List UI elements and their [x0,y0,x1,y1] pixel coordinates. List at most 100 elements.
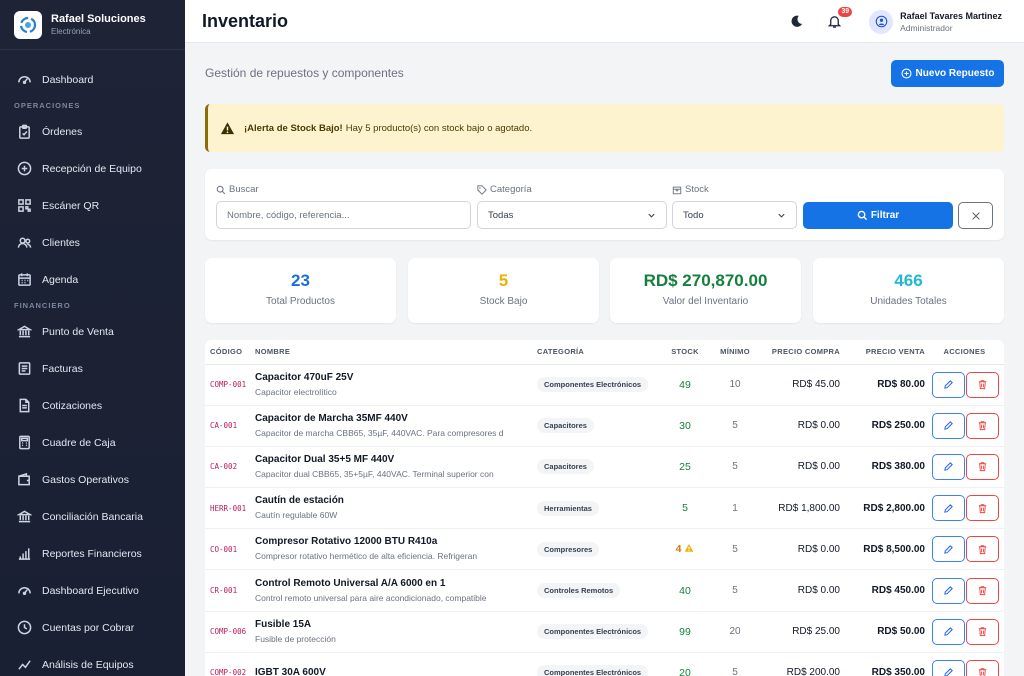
theme-toggle-button[interactable] [785,11,807,33]
col-header[interactable]: CÓDIGO [205,340,255,365]
stock-value: 4 [661,528,709,571]
category-select[interactable]: Todas [477,201,667,229]
sidebar-item-label: Agenda [42,273,79,286]
sidebar-item-agenda[interactable]: Agenda [0,261,185,298]
col-header[interactable]: NOMBRE [255,340,533,365]
clear-filters-button[interactable] [958,202,993,229]
sidebar-item-label: Punto de Venta [42,325,114,338]
sidebar-item-facturas[interactable]: Facturas [0,350,185,387]
edit-button[interactable] [932,371,965,398]
pencil-icon [944,586,953,595]
col-header[interactable]: STOCK [661,340,709,365]
sidebar-item-label: Escáner QR [42,199,100,212]
product-code: CR-001 [205,569,255,612]
sidebar-item-dashboard-ejecutivo[interactable]: Dashboard Ejecutivo [0,572,185,609]
sidebar-item-ordenes[interactable]: Órdenes [0,113,185,150]
delete-button[interactable] [966,371,999,398]
clock-icon [17,620,32,635]
stat-label: Unidades Totales [870,296,947,307]
table-row[interactable]: CR-001 Control Remoto Universal A/A 6000 … [205,569,1004,612]
pencil-icon [944,503,953,513]
filter-button[interactable]: Filtrar [803,202,953,229]
calendar-icon [18,273,31,286]
notifications-button[interactable]: 39 [823,6,853,33]
product-name: IGBT 30A 600V [255,666,326,676]
top-bar: Inventario 39 Rafael Tavares Martinez Ad… [185,0,1024,43]
edit-button[interactable] [932,412,965,439]
sidebar-item-punto-de-venta[interactable]: Punto de Venta [0,313,185,350]
table-row[interactable]: CO-001 Compresor Rotativo 12000 BTU R410a… [205,528,1004,571]
col-header[interactable]: CATEGORÍA [533,340,661,365]
stat-unidades-totales: 466 Unidades Totales [813,258,1004,323]
user-circle-icon [875,15,887,28]
plus-circle-icon [17,161,32,176]
delete-button[interactable] [966,577,999,604]
chevron-down-icon [648,213,655,218]
sidebar-item-label: Análisis de Equipos [42,658,134,671]
edit-button[interactable] [932,536,965,563]
edit-button[interactable] [932,495,965,522]
sidebar-item-dashboard[interactable]: Dashboard [0,61,185,98]
table-row[interactable]: COMP-001 Capacitor 470uF 25V Capacitor ele… [205,364,1004,406]
sale-price: RD$ 380.00 [840,446,925,489]
edit-button[interactable] [932,577,965,604]
avatar[interactable] [869,9,894,34]
product-name: Capacitor Dual 35+5 MF 440V [255,453,395,465]
pencil-icon [944,627,953,637]
sale-price: RD$ 8,500.00 [840,528,925,571]
sidebar-item-recepcion[interactable]: Recepción de Equipo [0,150,185,187]
col-header[interactable]: MÍNIMO [709,340,761,365]
col-header[interactable]: PRECIO VENTA [840,340,925,365]
sidebar-item-label: Cuadre de Caja [42,436,116,449]
stock-select[interactable]: Todo [672,201,797,229]
product-description: Compresor rotativo hermético de alta efi… [255,551,478,562]
brand[interactable]: Rafael Soluciones Electrónica [0,0,185,50]
sidebar-item-label: Órdenes [42,125,83,138]
sidebar-item-escaner-qr[interactable]: Escáner QR [0,187,185,224]
edit-button[interactable] [932,453,965,480]
new-part-button[interactable]: Nuevo Repuesto [891,60,1004,87]
sidebar-item-conciliacion-bancaria[interactable]: Conciliación Bancaria [0,498,185,535]
sidebar-item-analisis-de-equipos[interactable]: Análisis de Equipos [0,646,185,676]
purchase-price: RD$ 200.00 [761,652,840,676]
search-input[interactable]: Nombre, código, referencia... [216,201,471,229]
delete-button[interactable] [966,659,999,676]
sidebar-item-cuadre-de-caja[interactable]: Cuadre de Caja [0,424,185,461]
edit-button[interactable] [932,659,965,676]
delete-button[interactable] [966,453,999,480]
product-code: HERR-001 [205,487,255,530]
table-row[interactable]: CA-002 Capacitor Dual 35+5 MF 440V Capacit… [205,446,1004,489]
sidebar-item-reportes-financieros[interactable]: Reportes Financieros [0,535,185,572]
product-code: COMP-006 [205,611,255,653]
table-row[interactable]: HERR-001 Cautín de estación Cautín regulab… [205,487,1004,530]
stat-valor-inventario: RD$ 270,870.00 Valor del Inventario [610,258,801,323]
search-label: Buscar [216,184,259,195]
dashboard-icon [18,76,31,84]
trash-icon [978,503,987,513]
sidebar-item-cotizaciones[interactable]: Cotizaciones [0,387,185,424]
edit-button[interactable] [932,618,965,645]
col-header[interactable]: PRECIO COMPRA [761,340,840,365]
search-icon [857,210,867,221]
delete-button[interactable] [966,495,999,522]
gauge-icon [18,587,31,595]
category-badge: Herramientas [537,500,599,516]
sidebar-item-gastos-operativos[interactable]: Gastos Operativos [0,461,185,498]
table-row[interactable]: CA-001 Capacitor de Marcha 35MF 440V Capac… [205,405,1004,447]
sidebar-item-cuentas-por-cobrar[interactable]: Cuentas por Cobrar [0,609,185,646]
table-row[interactable]: COMP-002 IGBT 30A 600V Componentes Electró… [205,652,1004,676]
stock-value: 99 [661,611,709,653]
stock-value: 40 [661,569,709,612]
product-name: Compresor Rotativo 12000 BTU R410a [255,536,438,548]
sidebar-item-label: Reportes Financieros [42,547,142,560]
purchase-price: RD$ 25.00 [761,611,840,653]
bell-icon [827,16,841,28]
user-menu[interactable]: Rafael Tavares Martinez Administrador [900,10,1002,34]
table-row[interactable]: COMP-006 Fusible 15A Fusible de protección… [205,611,1004,653]
delete-button[interactable] [966,412,999,439]
delete-button[interactable] [966,618,999,645]
sidebar-item-clientes[interactable]: Clientes [0,224,185,261]
delete-button[interactable] [966,536,999,563]
pencil-icon [944,421,953,431]
sidebar-item-label: Conciliación Bancaria [42,510,143,523]
